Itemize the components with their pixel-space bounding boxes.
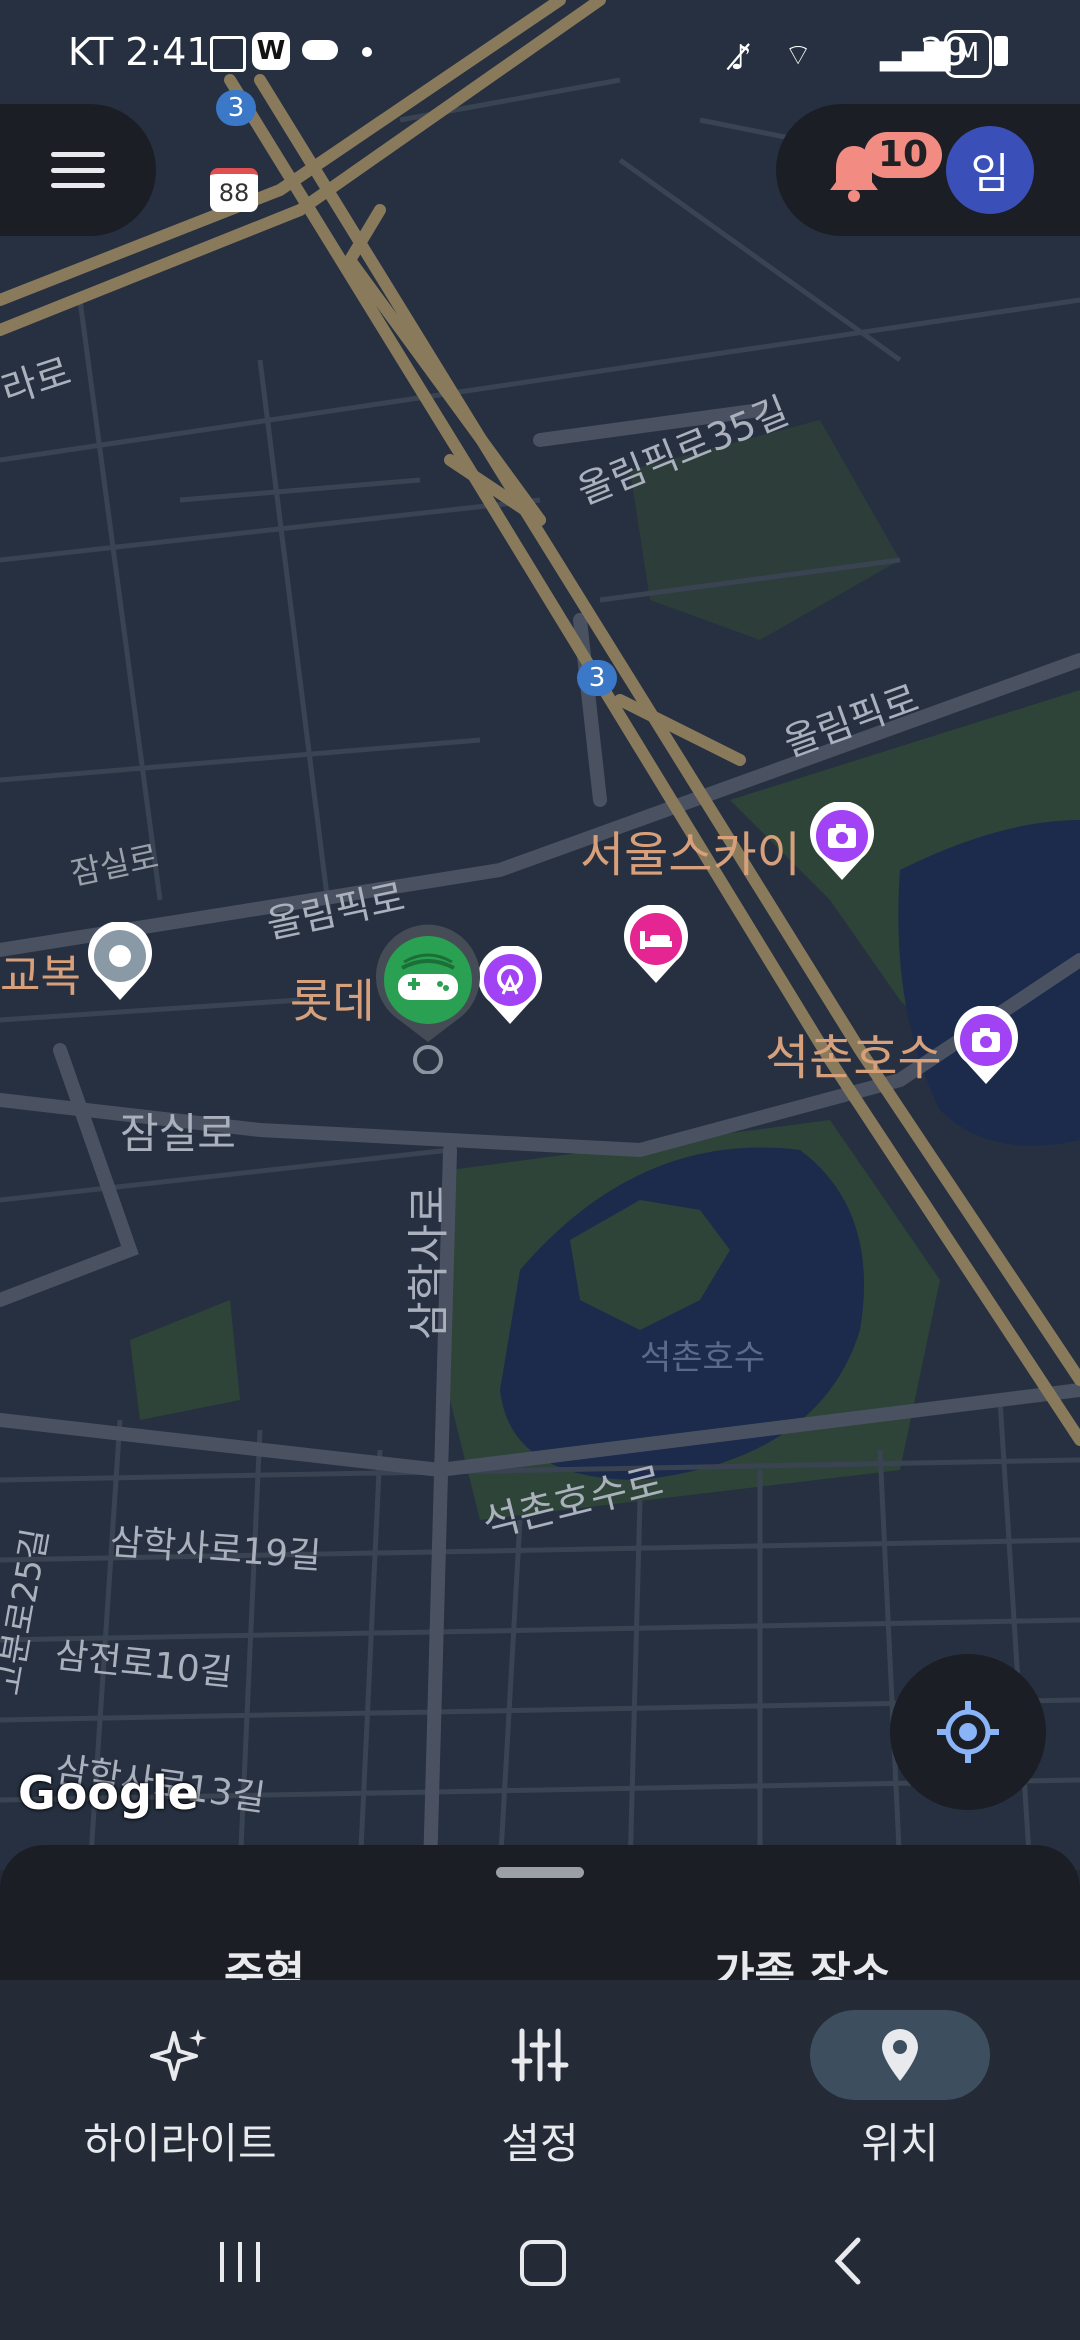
nav-location[interactable]: 위치 [780, 2010, 1020, 2171]
back-icon[interactable] [830, 2236, 864, 2286]
hamburger-icon [51, 152, 105, 188]
top-right-controls: 10 임 [776, 104, 1080, 236]
sheet-drag-handle[interactable] [496, 1867, 584, 1878]
nav-icon-wrap [450, 2010, 630, 2100]
crosshair-icon [937, 1701, 999, 1763]
place-label-seokchon-lake: 석촌호수 [765, 1030, 942, 1086]
camera-pin-icon [810, 802, 874, 880]
carrier-time: KT 2:41 [68, 30, 211, 74]
map-canvas [0, 0, 1080, 1870]
nav-icon-wrap [90, 2010, 270, 2100]
place-label-gyobok: 교복 [0, 951, 81, 1002]
sheet-tab-family-places[interactable]: 가족 장소 [714, 1937, 891, 1985]
place-label-seoul-sky: 서울스카이 [580, 827, 801, 883]
bottom-sheet[interactable]: 주혁 가족 장소 [0, 1845, 1080, 1985]
route-shield-88: 88 [210, 168, 258, 212]
route-shield-3-center: 3 [577, 660, 617, 696]
my-location-button[interactable] [890, 1654, 1046, 1810]
ferris-wheel-pin-icon [478, 946, 542, 1024]
hotel-pin-icon [624, 905, 688, 983]
home-icon[interactable] [520, 2240, 566, 2286]
place-pin-icon [88, 922, 152, 1000]
cloud-icon [302, 40, 338, 60]
sparkle-icon [150, 2029, 207, 2081]
game-controller-avatar-icon [376, 924, 480, 1074]
sheet-tab-member[interactable]: 주혁 [224, 1937, 305, 1985]
bottom-navigation: 하이라이트 설정 위치 [0, 1980, 1080, 2180]
nav-label-location: 위치 [861, 2119, 939, 2168]
recent-apps-icon[interactable] [218, 2242, 264, 2282]
wifi-icon: ⌔ [784, 38, 813, 73]
w-app-icon: W [252, 32, 290, 70]
menu-button[interactable] [0, 104, 156, 236]
profile-avatar[interactable]: 임 [946, 126, 1034, 214]
nav-settings[interactable]: 설정 [420, 2010, 660, 2171]
image-notification-icon [210, 36, 246, 72]
google-logo: Google [18, 1766, 199, 1820]
m-app-icon: M [944, 30, 992, 78]
notification-count-badge: 10 [864, 132, 943, 178]
place-label-lotte: 롯데 [290, 974, 375, 1028]
nav-icon-wrap-active [810, 2010, 990, 2100]
battery-icon [994, 36, 1008, 66]
nav-label-settings: 설정 [501, 2119, 579, 2168]
water-label-seokchon-lake: 석촌호수 [640, 1338, 766, 1378]
location-pin-icon [882, 2029, 918, 2081]
road-label-jamsil-center: 잠실로 [120, 1109, 236, 1158]
map-view[interactable]: 라로 올림픽로35길 올림픽로 올림픽로 잠실로 잠실로 교복 서울스카이 롯데… [0, 0, 1080, 1870]
dot-icon [362, 47, 372, 57]
mute-icon: ♪̸ [730, 38, 752, 78]
road-label-samhak: 삼학사로 [404, 1185, 453, 1340]
status-bar: KT 2:41 W ♪̸ ⌔ ▂▄▆ 29 M [0, 0, 1080, 100]
nav-highlights[interactable]: 하이라이트 [60, 2010, 300, 2171]
camera-pin-icon [954, 1006, 1018, 1084]
tune-sliders-icon [511, 2028, 569, 2082]
system-navigation-bar [0, 2180, 1080, 2340]
nav-label-highlights: 하이라이트 [83, 2119, 277, 2168]
